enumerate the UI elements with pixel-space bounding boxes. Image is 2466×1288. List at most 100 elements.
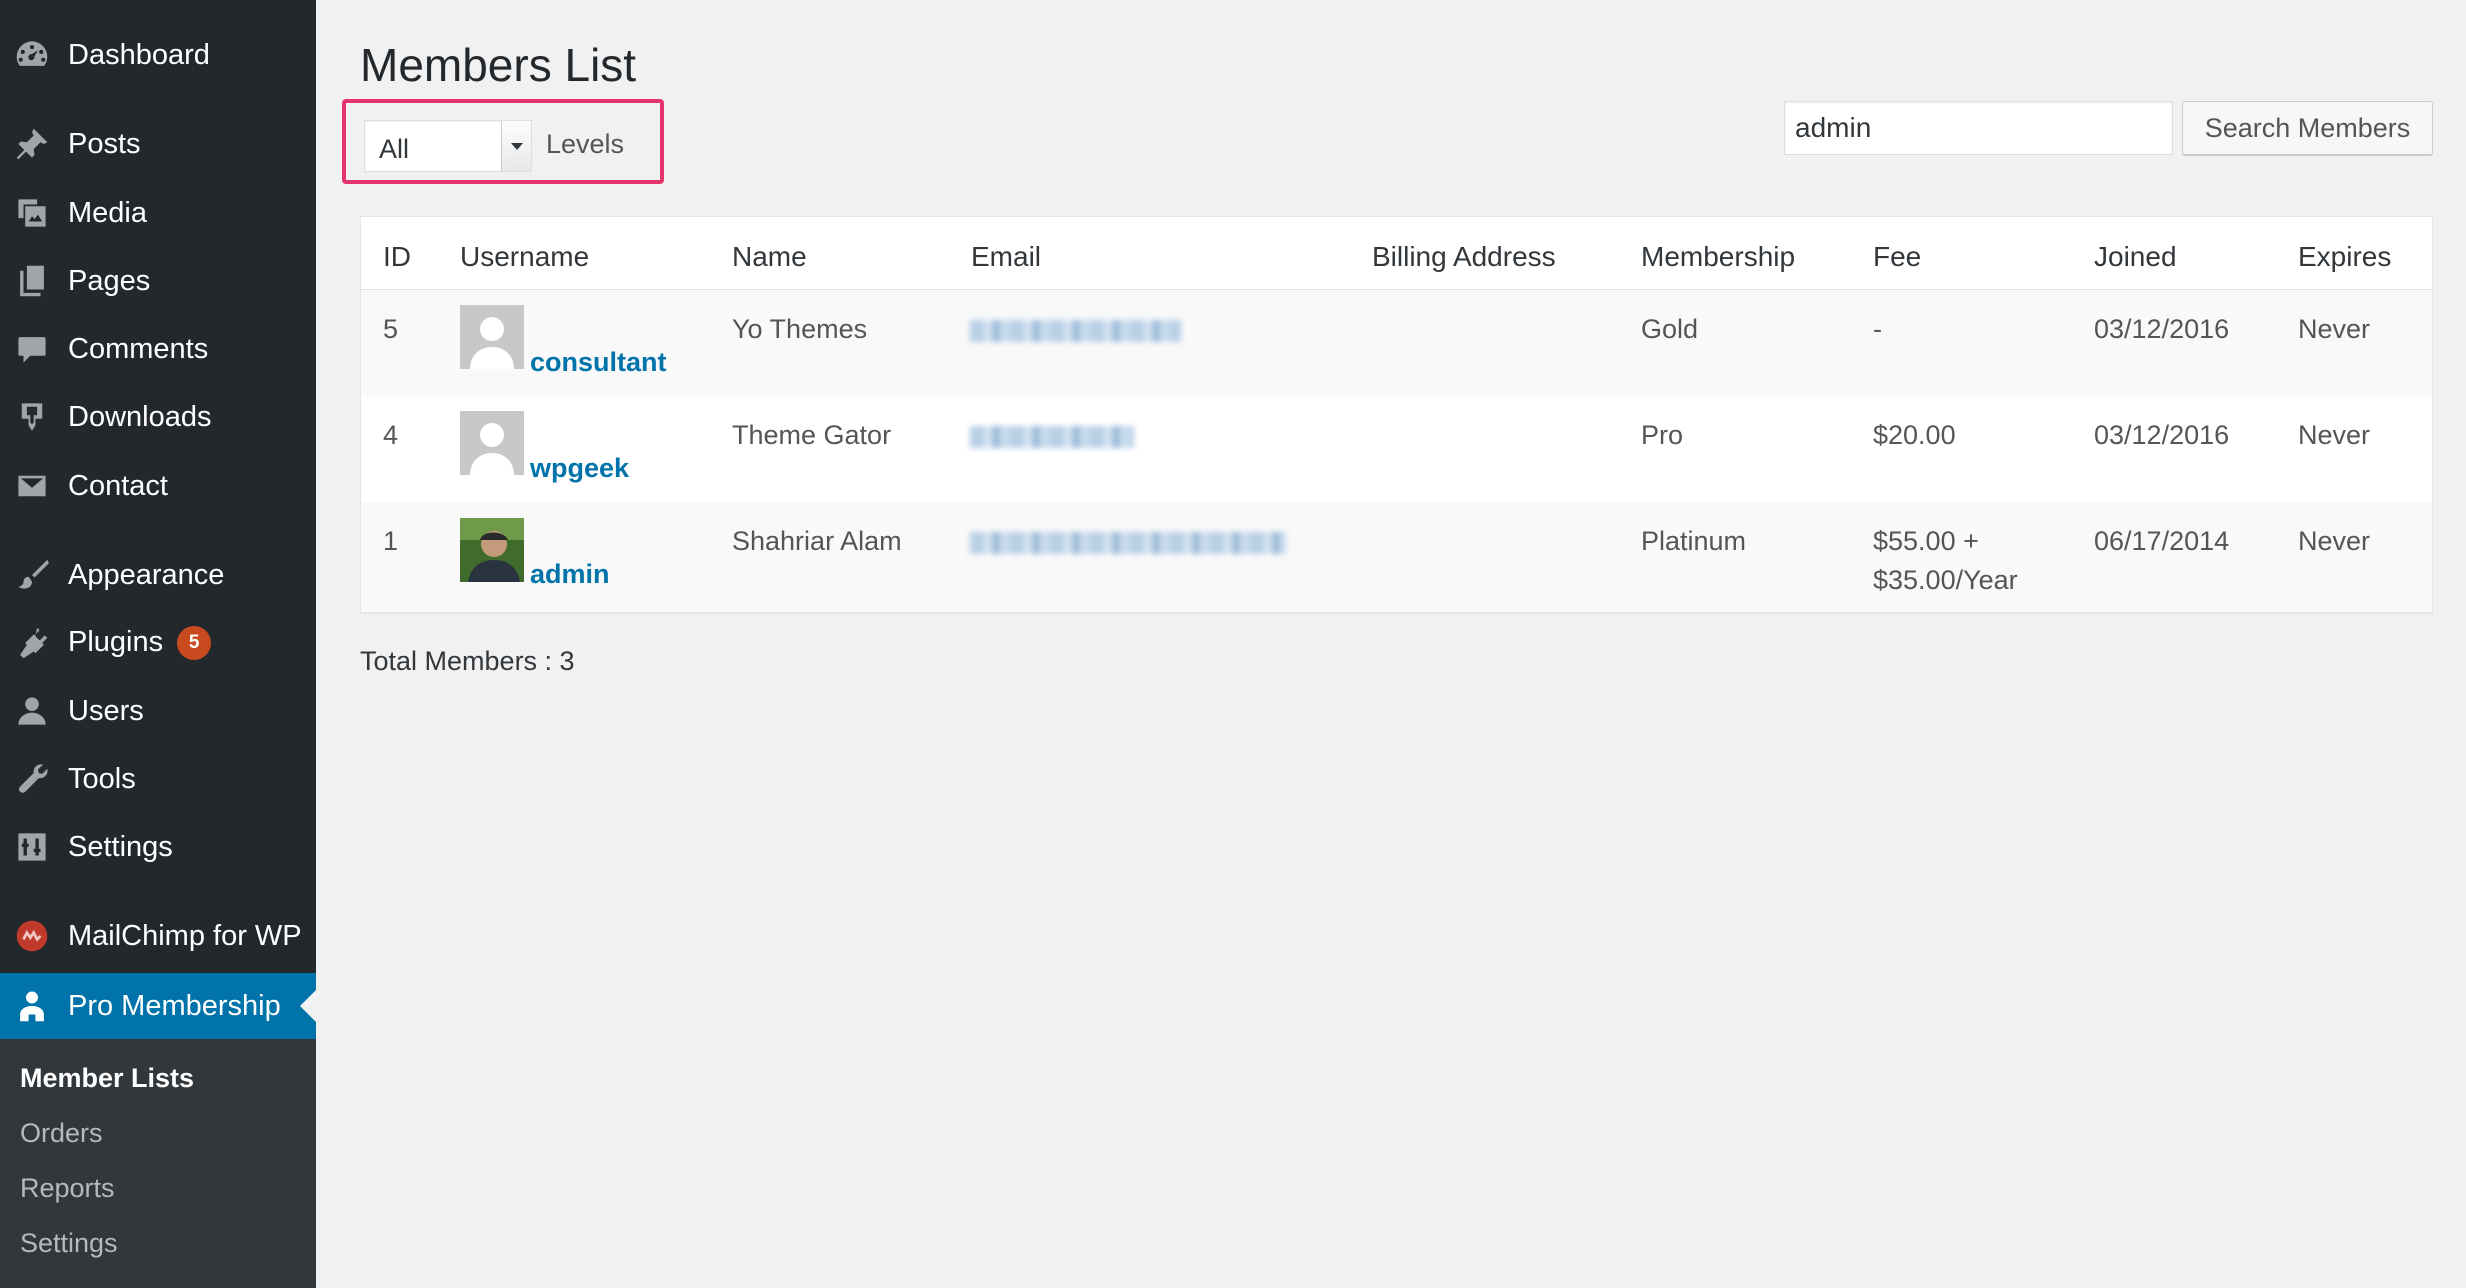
admin-sidebar: Dashboard Posts Media Pages Comments Dow… xyxy=(0,0,316,1288)
sidebar-item-dashboard[interactable]: Dashboard xyxy=(0,24,316,86)
sidebar-item-tools[interactable]: Tools xyxy=(0,748,316,810)
email-redacted xyxy=(970,426,1134,448)
dashboard-icon xyxy=(14,37,50,73)
cell-fee-recurring: $35.00/Year xyxy=(1873,565,2018,595)
pages-icon xyxy=(14,263,50,299)
total-members-count: Total Members : 3 xyxy=(360,646,575,676)
sidebar-item-label: Media xyxy=(68,196,147,229)
table-row: 5 consultant Yo Themes Gold - 03/12/2016… xyxy=(361,290,2432,396)
members-table: ID Username Name Email Billing Address M… xyxy=(360,216,2433,613)
sidebar-item-users[interactable]: Users xyxy=(0,680,316,742)
download-icon xyxy=(14,399,50,435)
sidebar-item-label: Plugins 5 xyxy=(68,625,212,661)
plugins-label: Plugins xyxy=(68,625,164,658)
cell-joined: 06/17/2014 xyxy=(2094,526,2230,556)
submenu-item-member-lists[interactable]: Member Lists xyxy=(20,1063,194,1094)
sidebar-item-label: Pro Membership xyxy=(68,989,281,1022)
sidebar-item-posts[interactable]: Posts xyxy=(0,113,316,175)
mailchimp-icon xyxy=(14,918,50,954)
sidebar-item-label: Comments xyxy=(68,332,209,365)
column-header-name: Name xyxy=(732,241,807,272)
cell-expires: Never xyxy=(2298,420,2371,450)
sidebar-item-contact[interactable]: Contact xyxy=(0,455,316,517)
sidebar-item-mailchimp[interactable]: MailChimp for WP xyxy=(0,905,316,967)
search-members-button[interactable]: Search Members xyxy=(2182,101,2433,155)
sidebar-item-label: Dashboard xyxy=(68,38,210,71)
sidebar-item-comments[interactable]: Comments xyxy=(0,318,316,380)
submenu-item-settings[interactable]: Settings xyxy=(20,1228,118,1259)
sidebar-item-label: Posts xyxy=(68,127,141,160)
pro-membership-submenu: Member Lists Orders Reports Settings xyxy=(0,1039,316,1288)
cell-membership: Platinum xyxy=(1641,526,1747,556)
membership-icon xyxy=(14,988,50,1024)
column-header-membership: Membership xyxy=(1641,241,1796,272)
pin-icon xyxy=(14,126,50,162)
column-header-email: Email xyxy=(971,241,1042,272)
username-link[interactable]: admin xyxy=(530,559,610,590)
username-link[interactable]: consultant xyxy=(530,347,667,378)
wrench-icon xyxy=(14,761,50,797)
column-header-id: ID xyxy=(383,241,411,272)
sidebar-item-downloads[interactable]: Downloads xyxy=(0,386,316,448)
avatar xyxy=(460,518,524,582)
cell-fee: $20.00 xyxy=(1873,420,1956,450)
sidebar-item-media[interactable]: Media xyxy=(0,182,316,244)
sidebar-item-pro-membership[interactable]: Pro Membership xyxy=(0,973,316,1039)
sidebar-item-label: Users xyxy=(68,694,144,727)
cell-id: 5 xyxy=(383,314,399,344)
email-redacted xyxy=(970,532,1286,554)
cell-joined: 03/12/2016 xyxy=(2094,314,2230,344)
user-icon xyxy=(14,693,50,729)
table-row: 4 wpgeek Theme Gator Pro $20.00 03/12/20… xyxy=(361,396,2432,502)
cell-id: 4 xyxy=(383,420,399,450)
cell-name: Theme Gator xyxy=(732,420,892,450)
sidebar-item-appearance[interactable]: Appearance xyxy=(0,544,316,606)
update-count-badge: 5 xyxy=(177,626,212,661)
cell-expires: Never xyxy=(2298,314,2371,344)
sidebar-item-plugins[interactable]: Plugins 5 xyxy=(0,612,316,674)
submenu-item-reports[interactable]: Reports xyxy=(20,1173,115,1204)
username-link[interactable]: wpgeek xyxy=(530,453,629,484)
cell-name: Yo Themes xyxy=(732,314,868,344)
cell-fee: - xyxy=(1873,314,1882,344)
level-select-value: All xyxy=(379,134,410,164)
cell-id: 1 xyxy=(383,526,399,556)
page-title: Members List xyxy=(360,39,637,91)
chevron-down-icon xyxy=(501,121,531,171)
sidebar-item-pages[interactable]: Pages xyxy=(0,250,316,312)
column-header-username: Username xyxy=(460,241,590,272)
levels-label: Levels xyxy=(546,129,625,159)
sidebar-item-label: Pages xyxy=(68,264,151,297)
sidebar-item-label: Tools xyxy=(68,762,136,795)
cell-joined: 03/12/2016 xyxy=(2094,420,2230,450)
email-redacted xyxy=(970,320,1181,342)
plug-icon xyxy=(14,625,50,661)
avatar xyxy=(460,305,524,369)
sidebar-item-label: Appearance xyxy=(68,558,225,591)
level-select[interactable]: All xyxy=(364,120,532,172)
sidebar-item-label: Downloads xyxy=(68,400,212,433)
envelope-icon xyxy=(14,468,50,504)
avatar xyxy=(460,411,524,475)
column-header-expires: Expires xyxy=(2298,241,2392,272)
cell-fee: $55.00 + xyxy=(1873,526,1979,556)
brush-icon xyxy=(14,557,50,593)
sidebar-item-settings[interactable]: Settings xyxy=(0,816,316,878)
cell-membership: Pro xyxy=(1641,420,1684,450)
sidebar-item-label: MailChimp for WP xyxy=(68,919,302,952)
sidebar-item-label: Settings xyxy=(68,830,173,863)
cell-membership: Gold xyxy=(1641,314,1699,344)
cell-name: Shahriar Alam xyxy=(732,526,902,556)
sliders-icon xyxy=(14,829,50,865)
comment-icon xyxy=(14,331,50,367)
search-input[interactable] xyxy=(1784,101,2173,155)
column-header-fee: Fee xyxy=(1873,241,1922,272)
table-row: 1 admin Shahriar Alam Platinum $55.00 + … xyxy=(361,502,2432,612)
column-header-joined: Joined xyxy=(2094,241,2177,272)
cell-expires: Never xyxy=(2298,526,2371,556)
media-icon xyxy=(14,195,50,231)
column-header-billing-address: Billing Address xyxy=(1372,241,1556,272)
sidebar-item-label: Contact xyxy=(68,469,168,502)
level-filter-highlight: All Levels xyxy=(342,99,664,184)
submenu-item-orders[interactable]: Orders xyxy=(20,1118,103,1149)
